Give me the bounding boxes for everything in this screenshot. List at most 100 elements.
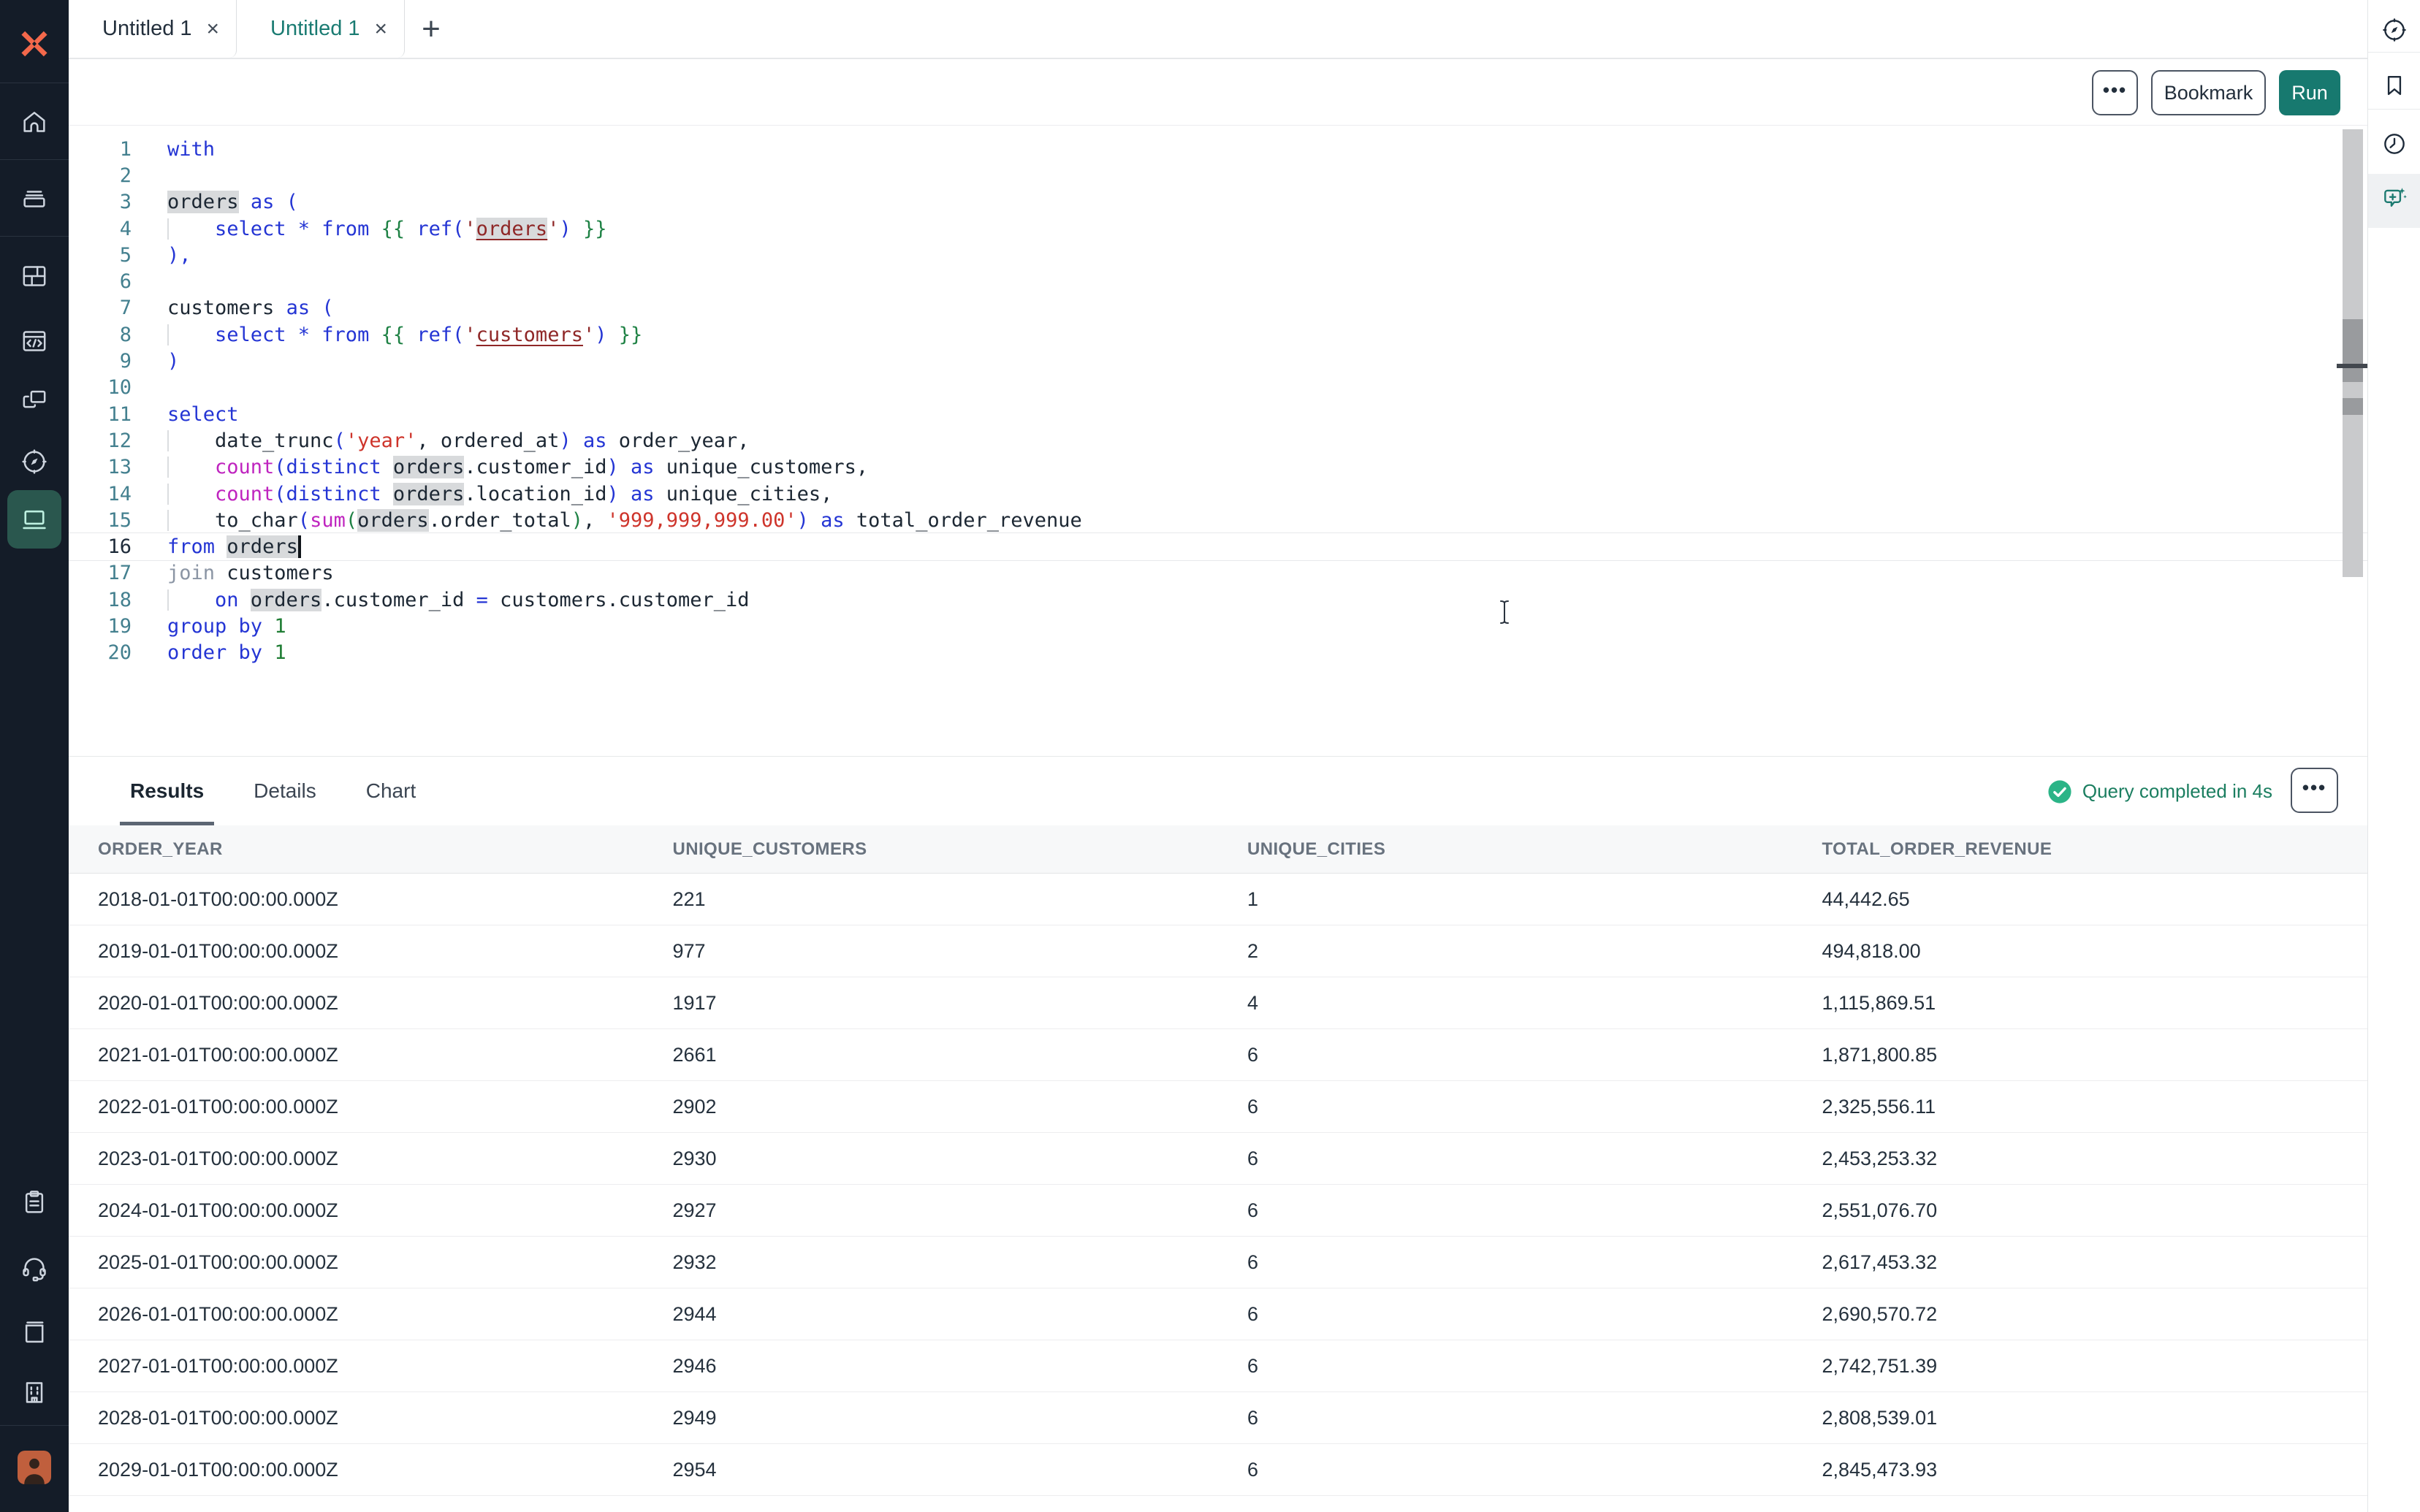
table-row: 2030-01-01T00:00:00.000Z287961,841,049.3… bbox=[69, 1496, 2367, 1512]
scrollbar-thumb[interactable] bbox=[2343, 319, 2363, 382]
line-number: 6 bbox=[69, 270, 132, 293]
table-cell: 2949 bbox=[644, 1407, 1219, 1429]
sidebar-item-compass-icon[interactable] bbox=[0, 447, 69, 476]
table-cell: 6 bbox=[1218, 1355, 1793, 1378]
column-header-unique_cities[interactable]: UNIQUE_CITIES bbox=[1218, 839, 1793, 860]
tool-chat-sparkle-icon[interactable] bbox=[2368, 184, 2420, 213]
table-cell: 44,442.65 bbox=[1793, 888, 2368, 911]
table-row: 2022-01-01T00:00:00.000Z290262,325,556.1… bbox=[69, 1081, 2367, 1133]
document-tab-1[interactable]: Untitled 1 × bbox=[69, 0, 237, 58]
code-text: select * from {{ ref('customers') }} bbox=[167, 324, 642, 346]
line-number: 7 bbox=[69, 297, 132, 319]
check-circle-icon bbox=[2047, 779, 2072, 804]
sidebar-item-dashboard-grid-icon[interactable] bbox=[0, 261, 69, 291]
code-line-7[interactable]: 7 customers as ( bbox=[69, 295, 2367, 321]
right-utility-rail bbox=[2367, 0, 2420, 1512]
table-cell: 2,551,076.70 bbox=[1793, 1199, 2368, 1222]
table-row: 2024-01-01T00:00:00.000Z292762,551,076.7… bbox=[69, 1185, 2367, 1237]
code-line-12[interactable]: 12date_trunc('year', ordered_at) as orde… bbox=[69, 427, 2367, 454]
table-cell: 2027-01-01T00:00:00.000Z bbox=[69, 1355, 644, 1378]
code-line-19[interactable]: 19group by 1 bbox=[69, 613, 2367, 639]
table-row: 2018-01-01T00:00:00.000Z221144,442.65 bbox=[69, 874, 2367, 925]
code-line-20[interactable]: 20order by 1 bbox=[69, 640, 2367, 666]
code-line-13[interactable]: 13count(distinct orders.customer_id) as … bbox=[69, 454, 2367, 481]
code-line-4[interactable]: 4select * from {{ ref('orders') }} bbox=[69, 215, 2367, 242]
tab-results[interactable]: Results bbox=[120, 757, 214, 825]
results-table-body: 2018-01-01T00:00:00.000Z221144,442.65201… bbox=[69, 874, 2367, 1512]
column-header-unique_customers[interactable]: UNIQUE_CUSTOMERS bbox=[644, 839, 1219, 860]
sidebar-item-windows-icon[interactable] bbox=[0, 385, 69, 414]
sidebar-item-drawer-icon[interactable] bbox=[0, 183, 69, 212]
run-button[interactable]: Run bbox=[2279, 70, 2340, 115]
divider bbox=[0, 236, 69, 237]
line-number: 8 bbox=[69, 324, 132, 346]
table-cell: 2025-01-01T00:00:00.000Z bbox=[69, 1251, 644, 1274]
close-icon[interactable]: × bbox=[207, 17, 220, 42]
table-row: 2027-01-01T00:00:00.000Z294662,742,751.3… bbox=[69, 1340, 2367, 1392]
column-header-total_order_revenue[interactable]: TOTAL_ORDER_REVENUE bbox=[1793, 839, 2368, 860]
table-cell: 2930 bbox=[644, 1148, 1219, 1170]
code-text: order by 1 bbox=[167, 641, 286, 664]
line-number: 17 bbox=[69, 562, 132, 584]
code-line-15[interactable]: 15to_char(sum(orders.order_total), '999,… bbox=[69, 507, 2367, 533]
document-tab-2[interactable]: Untitled 1× bbox=[237, 0, 405, 58]
results-more-options-button[interactable]: ••• bbox=[2291, 768, 2338, 813]
tool-bookmark-icon[interactable] bbox=[2368, 71, 2420, 100]
table-cell: 6 bbox=[1218, 1407, 1793, 1429]
code-text: ) bbox=[167, 350, 179, 373]
code-line-2[interactable]: 2 bbox=[69, 162, 2367, 188]
sidebar-item-building-icon[interactable] bbox=[0, 1378, 69, 1407]
user-avatar[interactable] bbox=[18, 1451, 51, 1484]
table-cell: 2927 bbox=[644, 1199, 1219, 1222]
line-number: 1 bbox=[69, 138, 132, 161]
sidebar-item-headset-icon[interactable] bbox=[0, 1253, 69, 1283]
table-cell: 1917 bbox=[644, 992, 1219, 1015]
code-line-18[interactable]: 18on orders.customer_id = customers.cust… bbox=[69, 587, 2367, 613]
line-number: 3 bbox=[69, 191, 132, 213]
code-text: join customers bbox=[167, 562, 334, 584]
code-line-1[interactable]: 1with bbox=[69, 136, 2367, 162]
app-logo-icon[interactable] bbox=[17, 26, 52, 61]
column-header-order_year[interactable]: ORDER_YEAR bbox=[69, 839, 644, 860]
sidebar-item-clipboard-icon[interactable] bbox=[0, 1188, 69, 1217]
code-text: date_trunc('year', ordered_at) as order_… bbox=[167, 429, 750, 452]
bookmark-button[interactable]: Bookmark bbox=[2151, 70, 2266, 115]
sidebar-item-code-window-icon[interactable] bbox=[0, 327, 69, 356]
code-line-14[interactable]: 14count(distinct orders.location_id) as … bbox=[69, 481, 2367, 507]
code-text: customers as ( bbox=[167, 297, 334, 319]
editor-scrollbar[interactable] bbox=[2343, 129, 2363, 577]
tool-compass-icon[interactable] bbox=[2368, 15, 2420, 45]
code-line-16[interactable]: 16from orders bbox=[69, 533, 2367, 560]
code-line-9[interactable]: 9) bbox=[69, 348, 2367, 374]
document-tab-label: Untitled 1 bbox=[102, 17, 192, 41]
code-line-17[interactable]: 17 join customers bbox=[69, 560, 2367, 587]
table-row: 2020-01-01T00:00:00.000Z191741,115,869.5… bbox=[69, 977, 2367, 1029]
close-icon[interactable]: × bbox=[375, 17, 388, 42]
line-number: 19 bbox=[69, 615, 132, 638]
sidebar-item-book-icon[interactable] bbox=[0, 1317, 69, 1346]
divider bbox=[0, 159, 69, 160]
code-line-3[interactable]: 3orders as ( bbox=[69, 189, 2367, 215]
sidebar-item-home-icon[interactable] bbox=[0, 107, 69, 137]
table-cell: 2944 bbox=[644, 1303, 1219, 1326]
code-line-6[interactable]: 6 bbox=[69, 268, 2367, 294]
table-cell: 6 bbox=[1218, 1044, 1793, 1066]
new-tab-button[interactable]: + bbox=[405, 0, 457, 58]
code-line-5[interactable]: 5), bbox=[69, 242, 2367, 268]
table-cell: 6 bbox=[1218, 1199, 1793, 1222]
more-options-button[interactable]: ••• bbox=[2092, 70, 2138, 115]
code-text: to_char(sum(orders.order_total), '999,99… bbox=[167, 509, 1082, 532]
table-row: 2019-01-01T00:00:00.000Z9772494,818.00 bbox=[69, 925, 2367, 977]
code-line-8[interactable]: 8 select * from {{ ref('customers') }} bbox=[69, 321, 2367, 348]
code-line-11[interactable]: 11select bbox=[69, 401, 2367, 427]
sql-code-editor[interactable]: 1with23orders as (4select * from {{ ref(… bbox=[69, 126, 2367, 756]
tab-details[interactable]: Details bbox=[243, 757, 327, 825]
tool-clock-history-icon[interactable] bbox=[2368, 129, 2420, 159]
code-text: count(distinct orders.location_id) as un… bbox=[167, 483, 832, 505]
scrollbar-thumb-segment bbox=[2343, 398, 2363, 415]
code-line-10[interactable]: 10 bbox=[69, 375, 2367, 401]
table-cell: 2026-01-01T00:00:00.000Z bbox=[69, 1303, 644, 1326]
table-cell: 2019-01-01T00:00:00.000Z bbox=[69, 940, 644, 963]
tab-chart[interactable]: Chart bbox=[356, 757, 426, 825]
sidebar-item-active-notebook[interactable] bbox=[7, 490, 61, 549]
